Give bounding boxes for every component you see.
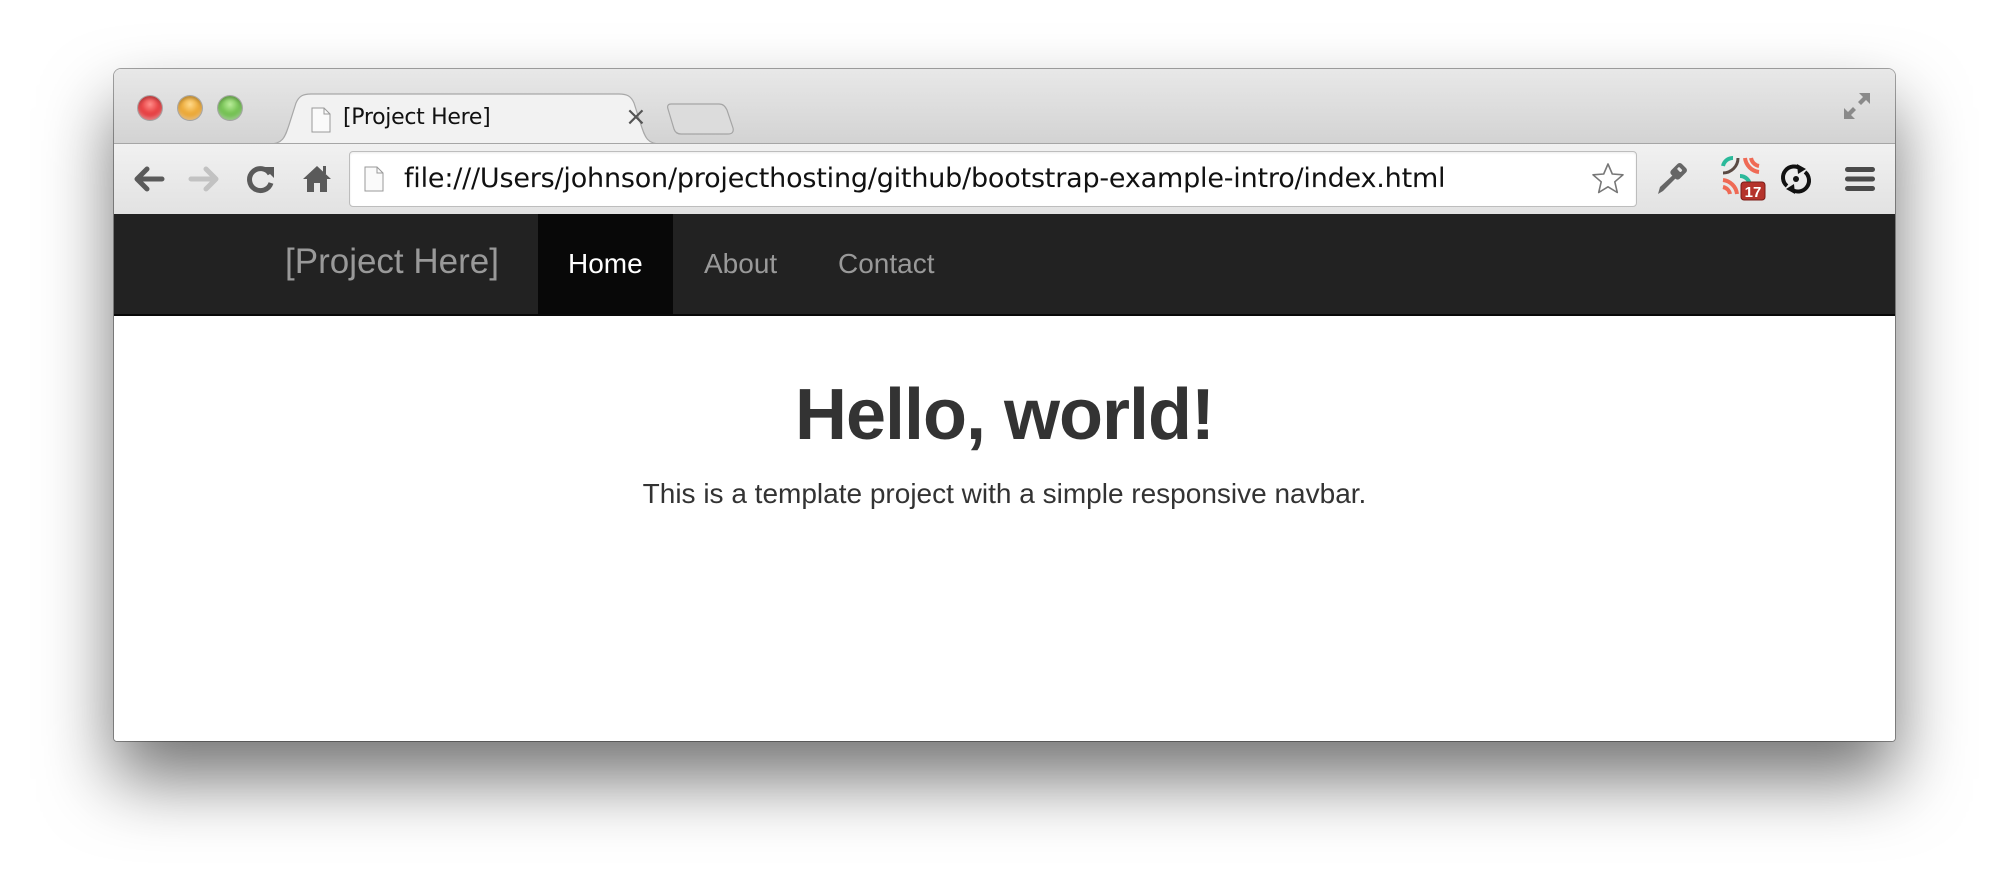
new-tab-button[interactable] <box>667 102 737 136</box>
arrow-left-icon <box>134 166 165 192</box>
arrow-right-icon <box>188 166 219 192</box>
tab-project-here[interactable]: [Project Here] × <box>269 93 661 145</box>
web-page: [Project Here] Home About Contact Hello,… <box>114 214 1895 741</box>
browser-window: [Project Here] × file:///Users/johnson/p… <box>114 69 1895 741</box>
fullscreen-icon[interactable] <box>1841 90 1873 122</box>
tab-strip: [Project Here] × <box>114 69 1895 145</box>
hero-title: Hello, world! <box>795 375 1215 455</box>
reload-button[interactable] <box>243 161 279 197</box>
url-text[interactable]: file:///Users/johnson/projecthosting/git… <box>404 163 1446 194</box>
nav-item-home[interactable]: Home <box>538 214 673 314</box>
browser-toolbar: file:///Users/johnson/projecthosting/git… <box>114 143 1895 214</box>
extension-icon: 17 <box>1721 156 1766 201</box>
reload-icon <box>247 166 274 194</box>
back-button[interactable] <box>131 161 167 197</box>
key-extension-button[interactable] <box>1654 161 1690 197</box>
extension-badge: 17 <box>1745 184 1762 201</box>
nav-item-contact[interactable]: Contact <box>808 214 965 314</box>
navbar-brand[interactable]: [Project Here] <box>285 242 499 282</box>
close-tab-icon[interactable]: × <box>625 102 647 132</box>
home-icon <box>303 166 331 192</box>
tab-title: [Project Here] <box>343 105 491 130</box>
hamburger-icon <box>1845 167 1875 191</box>
navbar: [Project Here] Home About Contact <box>114 214 1895 316</box>
home-button[interactable] <box>299 161 335 197</box>
sync-icon <box>1781 164 1811 194</box>
star-icon[interactable] <box>1590 161 1626 197</box>
page-icon <box>311 107 331 133</box>
minimize-window-button[interactable] <box>178 96 202 120</box>
address-bar[interactable]: file:///Users/johnson/projecthosting/git… <box>349 151 1637 207</box>
page-icon <box>364 166 384 192</box>
sync-extension-button[interactable] <box>1778 161 1814 197</box>
forward-button[interactable] <box>186 161 222 197</box>
close-window-button[interactable] <box>138 96 162 120</box>
zoom-window-button[interactable] <box>218 96 242 120</box>
hero: Hello, world! This is a template project… <box>114 374 1895 510</box>
extension-button[interactable]: 17 <box>1721 156 1767 202</box>
nav-item-about[interactable]: About <box>674 214 807 314</box>
hero-subtitle: This is a template project with a simple… <box>642 478 1367 509</box>
menu-button[interactable] <box>1842 161 1878 197</box>
key-icon <box>1658 163 1687 194</box>
